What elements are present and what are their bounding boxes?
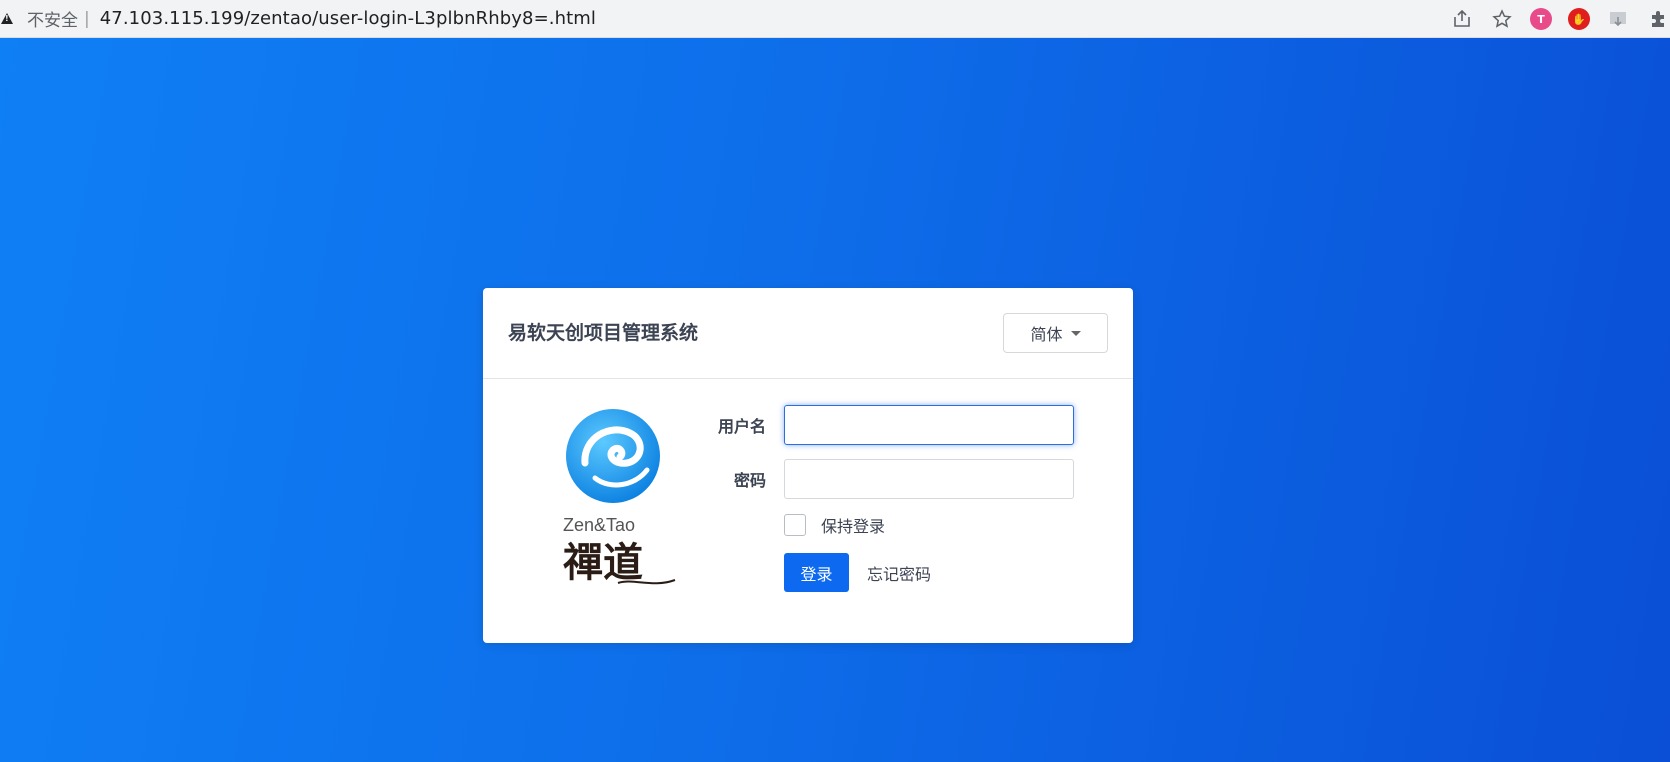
url-text[interactable]: 47.103.115.199/zentao/user-login-L3plbnR… bbox=[100, 8, 596, 29]
browser-address-bar: 不安全 | 47.103.115.199/zentao/user-login-L… bbox=[0, 0, 1670, 38]
bookmark-star-icon[interactable] bbox=[1490, 7, 1514, 31]
extensions-puzzle-icon[interactable] bbox=[1646, 7, 1670, 31]
language-label: 简体 bbox=[1030, 325, 1063, 344]
username-input[interactable] bbox=[784, 405, 1074, 445]
system-title: 易软天创项目管理系统 bbox=[508, 322, 699, 344]
language-switch-button[interactable]: 简体 bbox=[1003, 313, 1108, 353]
login-button[interactable]: 登录 bbox=[784, 553, 849, 592]
caret-down-icon bbox=[1070, 330, 1081, 336]
share-icon[interactable] bbox=[1450, 7, 1474, 31]
username-label: 用户名 bbox=[717, 417, 766, 436]
url-separator: | bbox=[84, 8, 90, 29]
password-label: 密码 bbox=[733, 471, 766, 490]
extension-adblock-icon[interactable]: ✋ bbox=[1568, 8, 1590, 30]
extension-download-icon[interactable] bbox=[1606, 7, 1630, 31]
zentao-logo: Zen&Tao 禪道 bbox=[563, 408, 683, 588]
remember-row: 保持登录 bbox=[784, 513, 885, 537]
password-row: 密码 bbox=[683, 459, 1074, 499]
warning-icon bbox=[1, 13, 13, 24]
username-row: 用户名 bbox=[683, 405, 1074, 445]
zentao-brand-calligraphy: 禪道 bbox=[563, 539, 676, 586]
zentao-logo-text: Zen&Tao bbox=[563, 515, 636, 535]
remember-label[interactable]: 保持登录 bbox=[821, 513, 885, 537]
svg-text:禪道: 禪道 bbox=[563, 539, 643, 586]
zentao-logo-mark bbox=[566, 409, 660, 503]
action-row: 登录 忘记密码 bbox=[784, 553, 931, 592]
login-card: 易软天创项目管理系统 简体 Zen&Tao 禪道 用户名 密码 保持登录 登录 … bbox=[483, 288, 1133, 643]
remember-checkbox[interactable] bbox=[784, 514, 806, 536]
extension-translate-icon[interactable]: T bbox=[1530, 8, 1552, 30]
security-label[interactable]: 不安全 bbox=[27, 6, 78, 31]
login-card-header: 易软天创项目管理系统 简体 bbox=[483, 288, 1133, 379]
forgot-password-link[interactable]: 忘记密码 bbox=[867, 561, 931, 585]
browser-toolbar: T ✋ bbox=[1450, 0, 1670, 38]
password-input[interactable] bbox=[784, 459, 1074, 499]
